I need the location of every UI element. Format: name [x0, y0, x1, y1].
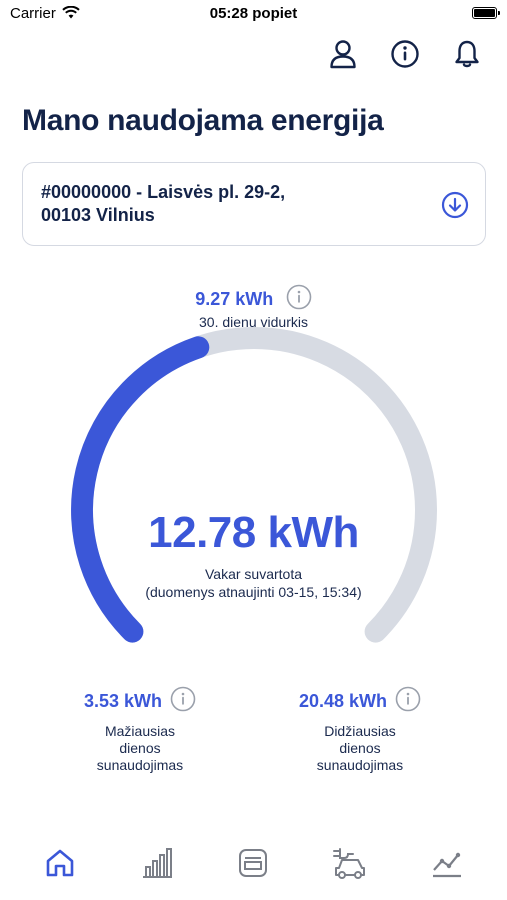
home-icon — [43, 846, 77, 885]
last-updated: (duomenys atnaujinti 03-15, 15:34) — [145, 584, 362, 600]
min-consumption: 3.53 kWh Mažiausias dienos sunaudojimas — [30, 686, 250, 774]
tab-ev-charging[interactable] — [325, 840, 375, 890]
info-icon[interactable] — [170, 686, 196, 717]
consumption-label: Vakar suvartota — [204, 566, 302, 582]
tab-bar — [0, 840, 507, 900]
min-label: Mažiausias dienos sunaudojimas — [96, 723, 184, 773]
ev-car-icon — [331, 846, 369, 885]
invoice-icon — [236, 846, 270, 885]
tab-trends[interactable] — [422, 840, 472, 890]
trend-chart-icon — [430, 846, 464, 885]
max-value: 20.48 kWh — [298, 691, 388, 711]
max-consumption: 20.48 kWh Didžiausias dienos sunaudojima… — [250, 686, 470, 774]
min-value: 3.53 kWh — [83, 691, 163, 711]
tab-home[interactable] — [35, 840, 85, 890]
max-label: Didžiausias dienos sunaudojimas — [316, 723, 404, 773]
tab-invoices[interactable] — [228, 840, 278, 890]
tab-consumption[interactable] — [132, 840, 182, 890]
info-icon[interactable] — [395, 686, 421, 717]
consumption-value: 12.78 kWh — [148, 508, 359, 557]
bar-chart-icon — [140, 846, 174, 885]
